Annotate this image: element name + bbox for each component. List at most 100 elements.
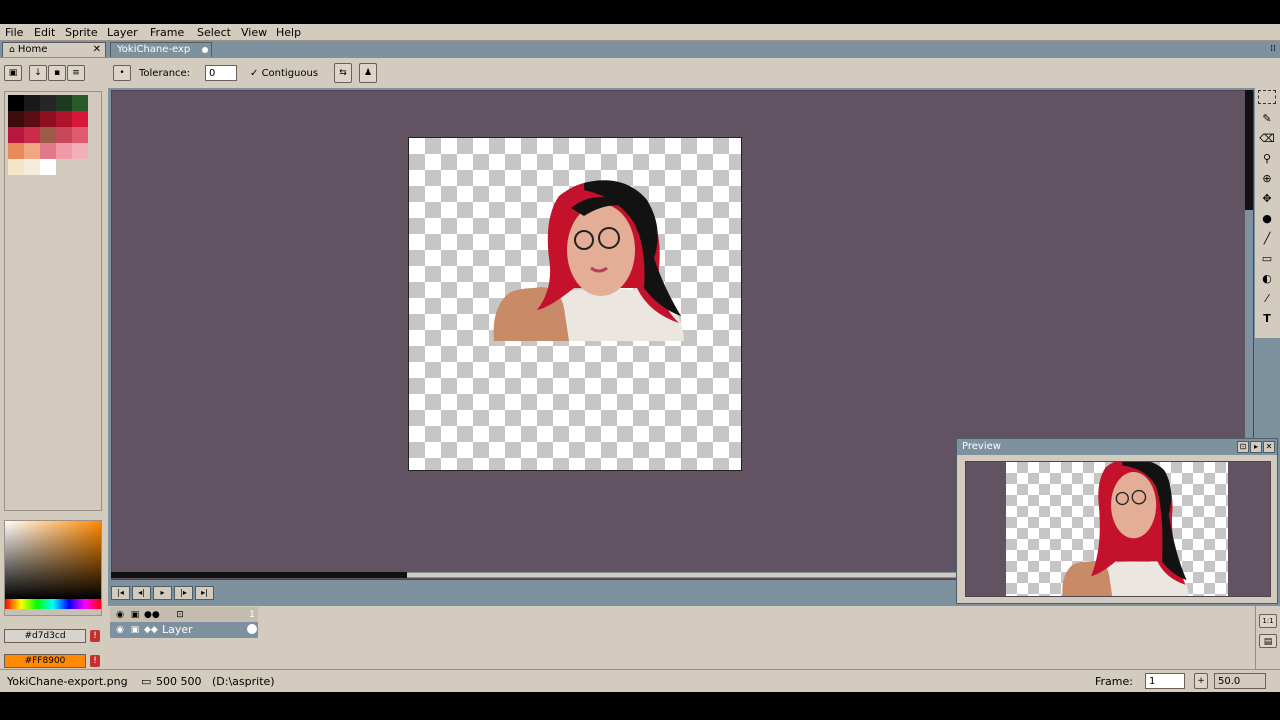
menu-layer[interactable]: Layer [107,26,138,39]
pencil-icon[interactable]: ✎ [1258,110,1276,127]
foreground-color-button[interactable]: #d7d3cd [4,629,86,643]
selection-add-icon[interactable]: ▪ [48,65,66,81]
palette-swatch[interactable] [8,159,24,175]
play-icon[interactable]: ▸ [153,586,172,600]
blur-icon[interactable]: ◐ [1258,270,1276,287]
layer-name[interactable]: Layer [162,623,193,636]
zoom-icon[interactable]: ⊕ [1258,170,1276,187]
tolerance-input[interactable] [205,65,237,81]
selection-options-icon[interactable]: ≡ [67,65,85,81]
layer-row[interactable]: ◉ ▣ ◆◆ Layer [110,622,258,638]
rectangle-icon[interactable]: ▭ [1258,250,1276,267]
color-picker[interactable] [4,520,102,616]
text-icon[interactable]: T [1258,310,1276,327]
palette-swatch[interactable] [56,111,72,127]
eye-icon[interactable]: ◉ [114,609,126,621]
palette-swatch[interactable] [24,127,40,143]
warning-icon[interactable]: ! [90,630,100,642]
layer-visibility-icon[interactable]: ◉ [114,624,126,636]
palette-swatch[interactable] [56,95,72,111]
menu-edit[interactable]: Edit [34,26,55,39]
spray-icon[interactable]: ⁄ [1258,290,1276,307]
palette-swatch[interactable] [72,95,88,111]
palette-swatch[interactable] [8,143,24,159]
fill-icon[interactable]: ● [1258,210,1276,227]
warning-icon-2[interactable]: ! [90,655,100,667]
marquee-icon[interactable] [1258,90,1276,104]
menu-help[interactable]: Help [276,26,301,39]
eyedropper-icon[interactable]: ⚲ [1258,150,1276,167]
next-frame-icon[interactable]: |▸ [174,586,193,600]
palette-swatch[interactable] [8,111,24,127]
palette-swatch[interactable] [72,143,88,159]
horizontal-scrollbar-thumb[interactable] [111,572,407,578]
contiguous-checkbox[interactable]: ✓ Contiguous [250,68,318,79]
sampling-options-icon[interactable]: ⇆ [334,63,352,83]
menu-select[interactable]: Select [197,26,231,39]
move-icon[interactable]: ✥ [1258,190,1276,207]
tab-options-icon[interactable]: ⁞⁞ [1270,44,1276,54]
sprite-canvas[interactable] [408,137,742,471]
palette-swatch[interactable] [24,111,40,127]
context-bar: ▣ ↓ ▪ ≡ • Tolerance: ✓ Contiguous ⇆ ♟ [0,58,1280,88]
selection-replace-icon[interactable]: ↓ [29,65,47,81]
layer-continuous-icon[interactable]: ◆◆ [144,624,158,636]
alpha-slider[interactable] [5,609,101,615]
continuous-icon[interactable]: ●● [144,609,160,621]
palette-swatch[interactable] [8,127,24,143]
palette-swatch[interactable] [56,143,72,159]
palette-swatch[interactable] [24,159,40,175]
eraser-icon[interactable]: ⌫ [1258,130,1276,147]
frame-input[interactable] [1145,673,1185,689]
menu-sprite[interactable]: Sprite [65,26,98,39]
horizontal-scrollbar-track[interactable] [407,573,956,577]
zoom-one-to-one-button[interactable]: 1:1 [1259,614,1277,628]
palette-swatch[interactable] [24,95,40,111]
lock-icon[interactable]: ▣ [4,65,22,81]
tab-home[interactable]: ⌂ Home ✕ [2,42,106,57]
modified-indicator-icon[interactable] [202,47,208,53]
lock-layer-icon[interactable]: ▣ [129,609,141,621]
preview-title[interactable]: Preview ⊡ ▸ ✕ [957,439,1277,455]
palette-swatch[interactable] [56,127,72,143]
palette-swatch[interactable] [8,95,24,111]
palette-swatch[interactable] [72,127,88,143]
vertical-scrollbar-thumb[interactable] [1245,90,1253,210]
close-icon[interactable]: ✕ [1263,441,1275,453]
tab-file[interactable]: YokiChane-exp [110,42,212,57]
menu-view[interactable]: View [241,26,267,39]
portrait-face [567,204,635,296]
previous-frame-icon[interactable]: ◂| [132,586,151,600]
menu-file[interactable]: File [5,26,23,39]
palette-swatch[interactable] [40,111,56,127]
palette-swatch[interactable] [24,143,40,159]
brush-point-icon[interactable]: • [113,65,131,81]
zoom-input[interactable] [1214,673,1266,689]
preview-options-icon[interactable]: ⊡ [1237,441,1249,453]
add-frame-icon[interactable]: + [1194,673,1208,689]
menu-frame[interactable]: Frame [150,26,184,39]
frame-label: Frame: [1095,675,1133,688]
pixel-perfect-icon[interactable]: ♟ [359,63,377,83]
preview-play-icon[interactable]: ▸ [1250,441,1262,453]
palette-swatch[interactable] [40,95,56,111]
layer-options-icon[interactable]: ⊡ [174,609,186,621]
frame-number[interactable]: 1 [246,609,258,621]
palette-swatch[interactable] [40,127,56,143]
hue-slider[interactable] [5,599,101,609]
background-color-button[interactable]: #FF8900 [4,654,86,668]
palette-swatch[interactable] [40,159,56,175]
layer-lock-icon[interactable]: ▣ [129,624,141,636]
palette-swatch[interactable] [72,111,88,127]
close-tab-icon[interactable]: ✕ [93,43,101,57]
preview-view[interactable] [965,461,1271,597]
timeline-options-icon[interactable]: ▤ [1259,634,1277,648]
palette-swatch[interactable] [40,143,56,159]
first-frame-icon[interactable]: |◂ [111,586,130,600]
horizontal-scrollbar[interactable] [111,572,956,578]
cel-icon[interactable] [247,624,257,634]
preview-face [1111,471,1157,539]
saturation-value-area[interactable] [5,521,101,599]
last-frame-icon[interactable]: ▸| [195,586,214,600]
line-icon[interactable]: ╱ [1258,230,1276,247]
